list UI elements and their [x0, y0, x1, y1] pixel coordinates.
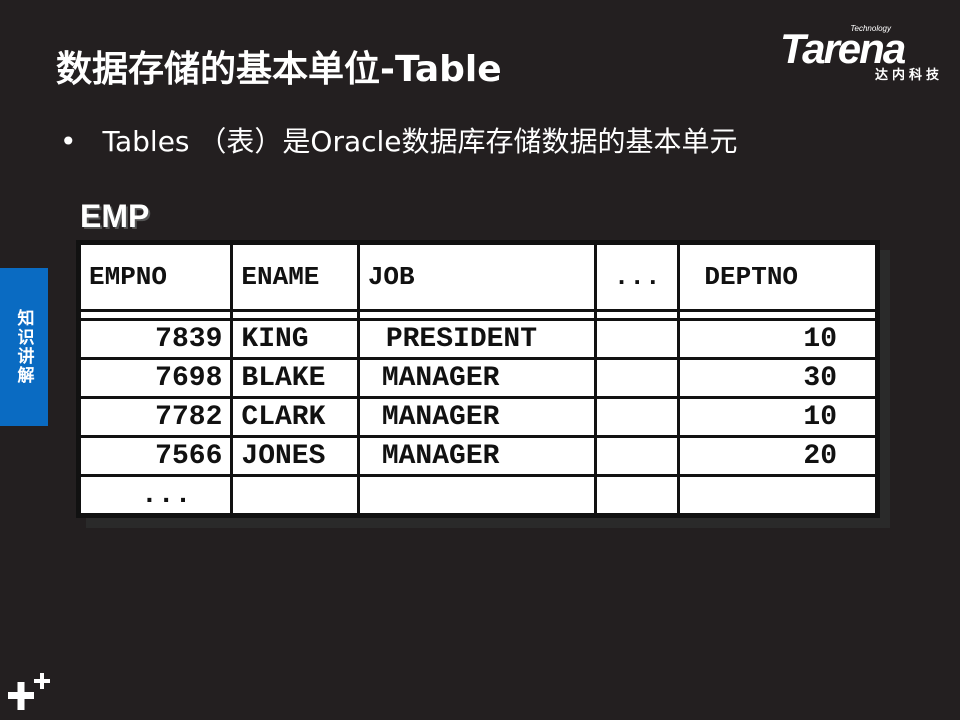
- table-row: 7698 BLAKE MANAGER 30: [77, 357, 878, 399]
- cell-deptno: 30: [677, 357, 878, 399]
- cell-job: MANAGER: [356, 396, 597, 438]
- cell-job: PRESIDENT: [356, 318, 597, 360]
- cell-job: MANAGER: [356, 357, 597, 399]
- table-row: ...: [77, 474, 878, 516]
- header-cell: ENAME: [230, 242, 360, 312]
- cell-more: [593, 474, 681, 516]
- cell-empno: 7698: [77, 357, 234, 399]
- header-cell: EMPNO: [77, 242, 234, 312]
- header-cell: ...: [593, 242, 681, 312]
- bullet-item: • Tables （表）是Oracle数据库存储数据的基本单元: [60, 120, 738, 160]
- cell-deptno: 10: [677, 318, 878, 360]
- cell-more: [593, 396, 681, 438]
- header-cell: JOB: [356, 242, 597, 312]
- cell-ename: KING: [230, 318, 360, 360]
- cell-deptno: [677, 474, 878, 516]
- cell-empno: 7782: [77, 396, 234, 438]
- cell-more: [593, 435, 681, 477]
- bullet-text: Tables （表）是Oracle数据库存储数据的基本单元: [102, 125, 738, 158]
- emp-table: EMPNO ENAME JOB ... DEPTNO 7839 KING PRE…: [76, 240, 880, 518]
- side-tab: 知识讲解: [0, 268, 48, 426]
- cell-empno: ...: [77, 474, 234, 516]
- cell-more: [593, 357, 681, 399]
- cell-empno: 7839: [77, 318, 234, 360]
- cell-more: [593, 318, 681, 360]
- cell-ename: [230, 474, 360, 516]
- cell-job: MANAGER: [356, 435, 597, 477]
- cell-deptno: 10: [677, 396, 878, 438]
- logo-cn-text: 达内科技: [874, 68, 943, 83]
- slide-title: 数据存储的基本单位-Table: [56, 49, 502, 90]
- cell-deptno: 20: [677, 435, 878, 477]
- plus-icon: [8, 673, 50, 710]
- table-name: EMP: [80, 198, 150, 234]
- tarena-logo: Technology Tarena 达内科技: [780, 24, 945, 84]
- header-cell: DEPTNO: [677, 242, 878, 312]
- table-row: 7839 KING PRESIDENT 10: [77, 318, 878, 360]
- cell-ename: CLARK: [230, 396, 360, 438]
- side-tab-label: 知识讲解: [13, 309, 34, 385]
- table-row: 7782 CLARK MANAGER 10: [77, 396, 878, 438]
- cell-empno: 7566: [77, 435, 234, 477]
- table-header-row: EMPNO ENAME JOB ... DEPTNO: [77, 242, 878, 312]
- table-row: 7566 JONES MANAGER 20: [77, 435, 878, 477]
- cell-ename: JONES: [230, 435, 360, 477]
- cell-job: [356, 474, 597, 516]
- bullet-dot: •: [60, 125, 77, 158]
- header-separator: [77, 309, 878, 321]
- cell-ename: BLAKE: [230, 357, 360, 399]
